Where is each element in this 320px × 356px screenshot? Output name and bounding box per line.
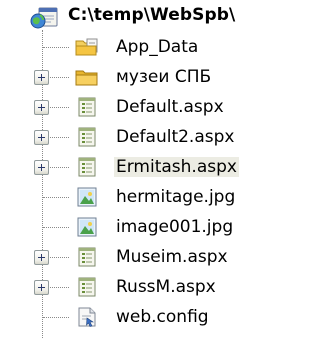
- tree-item-label: Ermitash.aspx: [114, 157, 239, 177]
- tree-item-folder-muzei[interactable]: музеи СПБ: [0, 62, 286, 92]
- expand-plus-icon[interactable]: [34, 130, 49, 145]
- aspx-page-icon: [74, 276, 100, 298]
- website-project-icon: [30, 6, 60, 30]
- tree-branch-line: [43, 317, 69, 318]
- tree-item-image001-jpg[interactable]: image001.jpg: [0, 212, 286, 242]
- tree-item-default-aspx[interactable]: Default.aspx: [0, 92, 286, 122]
- solution-explorer-tree: C:\temp\WebSpb\ App_Data музеи СПБ Defau…: [0, 0, 286, 356]
- tree-root-label: C:\temp\WebSpb\: [68, 5, 236, 25]
- folder-icon: [74, 66, 100, 88]
- expand-plus-icon[interactable]: [34, 70, 49, 85]
- tree-item-label: App_Data: [116, 37, 199, 57]
- tree-item-label: image001.jpg: [116, 217, 234, 237]
- aspx-page-icon: [74, 246, 100, 268]
- tree-item-museim-aspx[interactable]: Museim.aspx: [0, 242, 286, 272]
- tree-item-default2-aspx[interactable]: Default2.aspx: [0, 122, 286, 152]
- tree-item-label: RussM.aspx: [116, 277, 216, 297]
- tree-item-label: Default.aspx: [116, 97, 224, 117]
- special-folder-icon: [74, 36, 100, 58]
- aspx-page-icon: [74, 156, 100, 178]
- config-file-icon: [74, 306, 100, 328]
- tree-item-web-config[interactable]: web.config: [0, 302, 286, 332]
- expand-plus-icon[interactable]: [34, 100, 49, 115]
- expand-plus-icon[interactable]: [34, 280, 49, 295]
- tree-root-node[interactable]: C:\temp\WebSpb\: [0, 0, 286, 32]
- tree-item-label: музеи СПБ: [116, 67, 212, 87]
- tree-item-label: web.config: [116, 307, 209, 327]
- expand-plus-icon[interactable]: [34, 160, 49, 175]
- aspx-page-icon: [74, 126, 100, 148]
- tree-item-hermitage-jpg[interactable]: hermitage.jpg: [0, 182, 286, 212]
- tree-item-ermitash-aspx[interactable]: Ermitash.aspx: [0, 152, 286, 182]
- aspx-page-icon: [74, 96, 100, 118]
- tree-item-label: Museim.aspx: [116, 247, 228, 267]
- image-file-icon: [74, 216, 100, 238]
- expand-plus-icon[interactable]: [34, 250, 49, 265]
- image-file-icon: [74, 186, 100, 208]
- tree-item-label: Default2.aspx: [116, 127, 235, 147]
- tree-branch-line: [43, 47, 69, 48]
- tree-branch-line: [43, 227, 69, 228]
- tree-item-russm-aspx[interactable]: RussM.aspx: [0, 272, 286, 302]
- tree-item-label: hermitage.jpg: [116, 187, 236, 207]
- tree-item-app-data[interactable]: App_Data: [0, 32, 286, 62]
- tree-branch-line: [43, 197, 69, 198]
